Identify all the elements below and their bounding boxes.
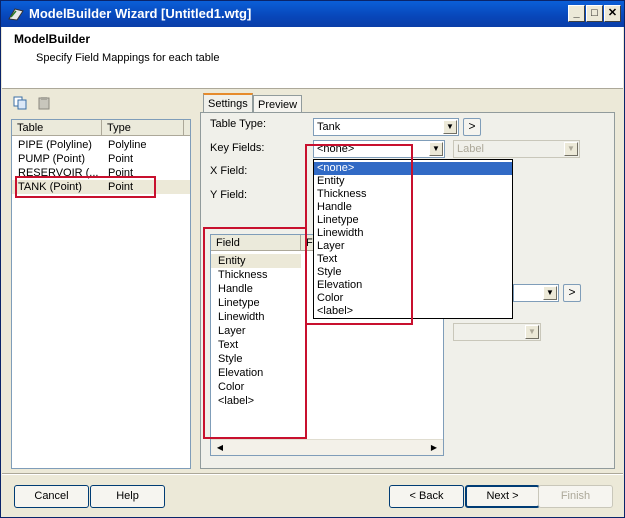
x-field-label: X Field: bbox=[210, 165, 248, 177]
label-combo-value: Label bbox=[457, 143, 484, 155]
paste-icon[interactable] bbox=[37, 96, 51, 110]
label-combo[interactable]: Label ▼ bbox=[453, 140, 580, 158]
tab-settings[interactable]: Settings bbox=[203, 93, 253, 114]
wizard-header: ModelBuilder Specify Field Mappings for … bbox=[2, 27, 623, 89]
chevron-down-icon[interactable]: ▼ bbox=[543, 286, 557, 300]
chevron-down-icon[interactable]: ▼ bbox=[525, 325, 539, 339]
annotation-box-dropdown bbox=[305, 144, 413, 325]
horizontal-scrollbar[interactable]: ◀ ▶ bbox=[211, 439, 443, 455]
window-title: ModelBuilder Wizard [Untitled1.wtg] bbox=[29, 6, 252, 21]
table-type-combo[interactable]: Tank ▼ bbox=[313, 118, 459, 136]
table-list[interactable]: Table Type PIPE (Polyline) Polyline PUMP… bbox=[11, 119, 191, 469]
finish-button[interactable]: Finish bbox=[538, 485, 613, 508]
disabled-combo[interactable]: ▼ bbox=[453, 323, 541, 341]
annotation-box-selected-table bbox=[15, 176, 156, 198]
key-fields-label: Key Fields: bbox=[210, 142, 265, 154]
header-title: ModelBuilder bbox=[14, 32, 91, 46]
chevron-down-icon[interactable]: ▼ bbox=[429, 142, 443, 156]
table-name: PUMP (Point) bbox=[18, 153, 86, 165]
back-button[interactable]: < Back bbox=[389, 485, 464, 508]
header-subtitle: Specify Field Mappings for each table bbox=[36, 52, 220, 64]
scroll-right-icon[interactable]: ▶ bbox=[427, 441, 441, 455]
wizard-window: ModelBuilder Wizard [Untitled1.wtg] _ □ … bbox=[0, 0, 625, 518]
next-button[interactable]: Next > bbox=[465, 485, 540, 508]
scroll-left-icon[interactable]: ◀ bbox=[213, 441, 227, 455]
field-mapping-combo[interactable]: ▼ bbox=[513, 284, 559, 302]
bottom-separator bbox=[2, 473, 623, 475]
table-row[interactable]: PIPE (Polyline) Polyline bbox=[12, 138, 190, 152]
table-list-header: Table Type bbox=[12, 120, 190, 136]
column-header-table[interactable]: Table bbox=[12, 120, 102, 136]
help-button[interactable]: Help bbox=[90, 485, 165, 508]
app-icon bbox=[8, 8, 24, 21]
chevron-down-icon[interactable]: ▼ bbox=[564, 142, 578, 156]
close-button[interactable]: ✕ bbox=[604, 5, 621, 22]
table-type-label: Table Type: bbox=[210, 118, 267, 130]
chevron-down-icon[interactable]: ▼ bbox=[443, 120, 457, 134]
column-header-type[interactable]: Type bbox=[102, 120, 184, 136]
table-type: Point bbox=[108, 153, 134, 165]
title-bar[interactable]: ModelBuilder Wizard [Untitled1.wtg] _ □ … bbox=[1, 1, 624, 27]
field-mapping-more-button[interactable]: > bbox=[563, 284, 581, 302]
table-name: PIPE (Polyline) bbox=[18, 139, 92, 151]
annotation-box-field-grid bbox=[203, 227, 307, 439]
table-type-value: Tank bbox=[317, 121, 341, 133]
cancel-button[interactable]: Cancel bbox=[14, 485, 89, 508]
table-row[interactable]: PUMP (Point) Point bbox=[12, 152, 190, 166]
y-field-label: Y Field: bbox=[210, 189, 248, 201]
table-type-more-button[interactable]: > bbox=[463, 118, 481, 136]
minimize-button[interactable]: _ bbox=[568, 5, 585, 22]
copy-icon[interactable] bbox=[13, 96, 27, 110]
table-type: Polyline bbox=[108, 139, 147, 151]
maximize-button[interactable]: □ bbox=[586, 5, 603, 22]
